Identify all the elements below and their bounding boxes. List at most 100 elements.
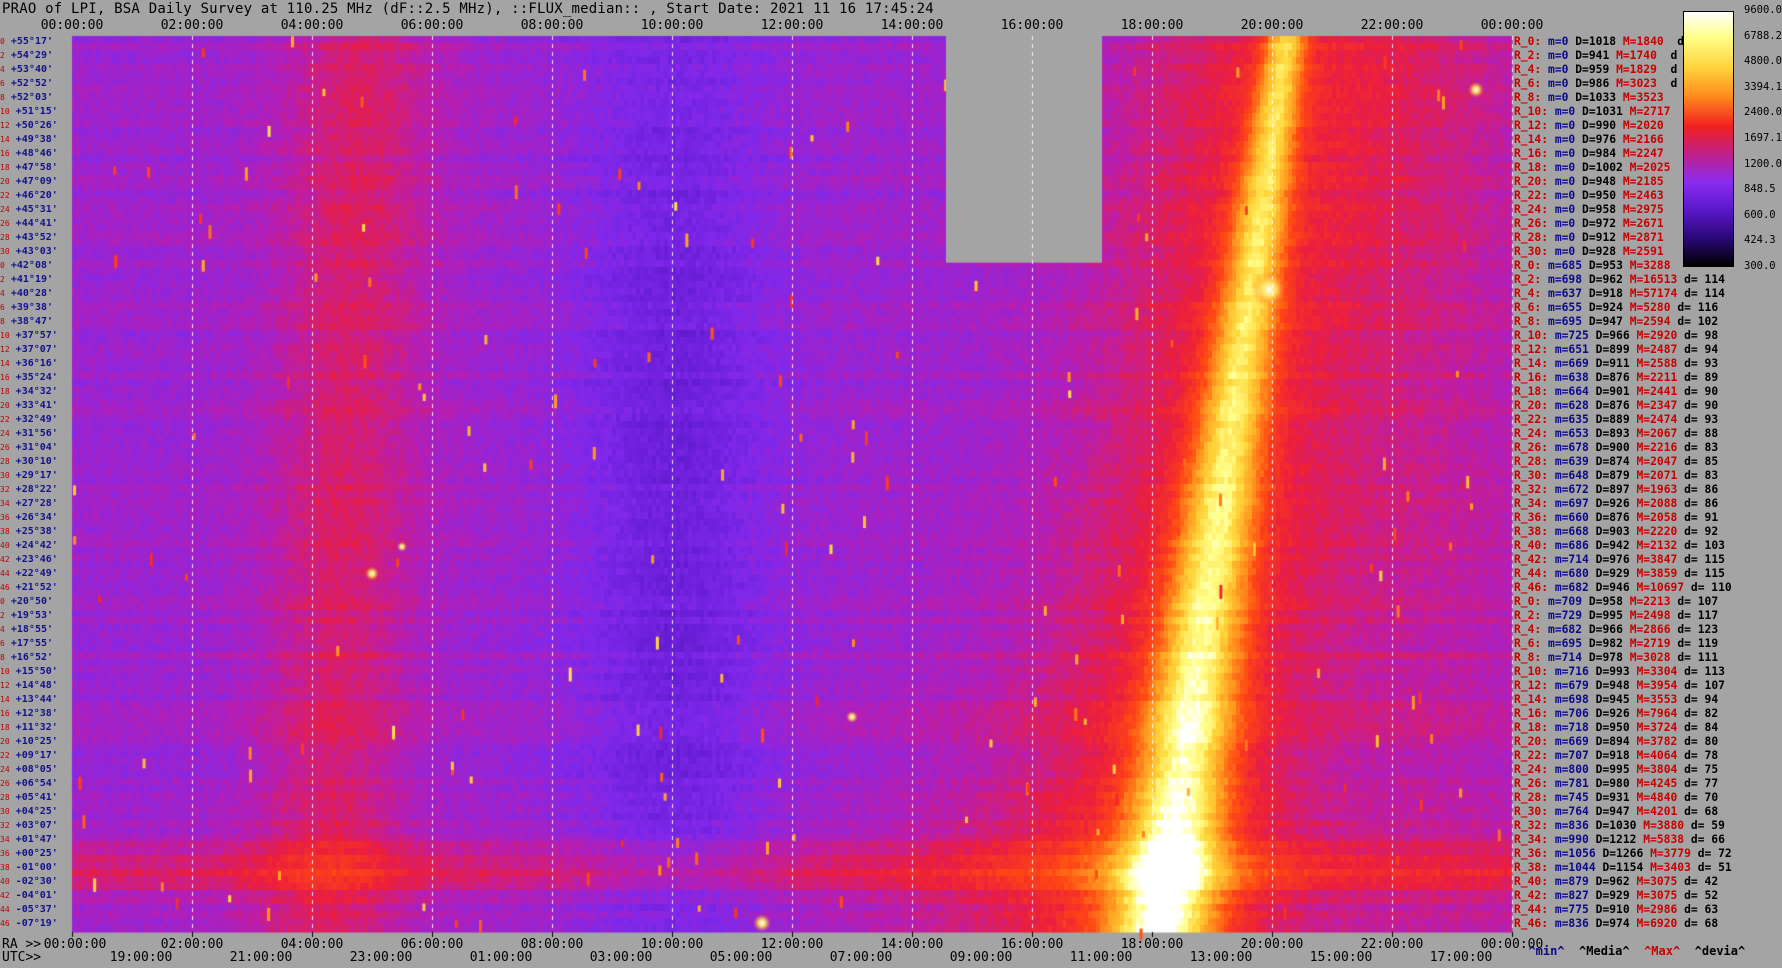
declination-label: 36 +00°25'	[0, 849, 58, 859]
min-value: m=695	[1548, 637, 1583, 650]
beam-stat-row: R_6: m=695 D=982 M=2719 d= 119	[1514, 638, 1718, 650]
median-value: D=1154	[1602, 861, 1644, 874]
beam-index: 2	[0, 275, 5, 284]
max-value: M=2132	[1636, 539, 1678, 552]
median-value: D=990	[1582, 119, 1617, 132]
beam-stat-row: R_28: m=639 D=874 M=2047 d= 85	[1514, 456, 1718, 468]
median-value: D=924	[1588, 301, 1623, 314]
beam-stat-row: R_12: m=679 D=948 M=3954 d= 107	[1514, 680, 1725, 692]
max-value: M=3523	[1622, 91, 1664, 104]
median-value: D=874	[1595, 455, 1630, 468]
beam-index: 20	[0, 401, 10, 410]
declination-label: 26 +31°04'	[0, 443, 58, 453]
declination-value: -07°19'	[15, 918, 58, 929]
beam-stat-row: R_34: m=990 D=1212 M=5838 d= 66	[1514, 834, 1725, 846]
median-value: D=972	[1582, 217, 1617, 230]
beam-label: R_12:	[1514, 343, 1549, 356]
max-value: M=16513	[1629, 273, 1678, 286]
median-value: D=1033	[1575, 91, 1617, 104]
beam-label: R_8:	[1514, 315, 1542, 328]
beam-index: 24	[0, 765, 10, 774]
min-value: m=637	[1548, 287, 1583, 300]
median-value: D=976	[1595, 553, 1630, 566]
declination-value: +06°54'	[15, 778, 58, 789]
max-value: M=2588	[1636, 357, 1678, 370]
beam-stat-row: R_44: m=775 D=910 M=2986 d= 63	[1514, 904, 1718, 916]
median-value: D=986	[1575, 77, 1610, 90]
max-value: M=6920	[1636, 917, 1678, 930]
beam-label: R_26:	[1514, 777, 1549, 790]
deviation-value: d= 59	[1690, 819, 1725, 832]
max-value: M=1829	[1616, 63, 1657, 76]
beam-stat-row: R_46: m=682 D=946 M=10697 d= 110	[1514, 582, 1732, 594]
top-tick-label: 00:00:00	[1480, 18, 1544, 33]
colorbar-tick-label: 1697.1	[1744, 132, 1782, 144]
beam-label: R_18:	[1514, 161, 1549, 174]
top-tick-label: 04:00:00	[280, 18, 344, 33]
max-value: M=2871	[1622, 231, 1664, 244]
median-value: D=948	[1582, 175, 1617, 188]
declination-value: +39°38'	[10, 302, 54, 313]
colorbar-tick-label: 9600.0	[1744, 4, 1782, 16]
max-value: M=3553	[1636, 693, 1678, 706]
top-tick-label: 06:00:00	[400, 18, 464, 33]
beam-label: R_6:	[1514, 77, 1542, 90]
max-value: M=3779	[1650, 847, 1691, 860]
min-value: m=764	[1554, 805, 1589, 818]
beam-index: 20	[0, 177, 10, 186]
declination-value: +50°26'	[15, 120, 58, 131]
min-value: m=836	[1554, 819, 1589, 832]
top-tick-label: 14:00:00	[880, 18, 944, 33]
declination-label: 28 +05°41'	[0, 793, 58, 803]
min-value: m=698	[1554, 693, 1589, 706]
beam-label: R_2:	[1514, 609, 1542, 622]
median-value: D=982	[1588, 637, 1623, 650]
beam-stat-row: R_40: m=879 D=962 M=3075 d= 42	[1514, 876, 1718, 888]
min-value: m=745	[1554, 791, 1589, 804]
max-value: M=2216	[1636, 441, 1678, 454]
top-tick-label: 18:00:00	[1120, 18, 1184, 33]
median-value: D=945	[1595, 693, 1630, 706]
beam-label: R_24:	[1514, 763, 1549, 776]
beam-label: R_12:	[1514, 679, 1549, 692]
min-value: m=0	[1548, 49, 1569, 62]
deviation-value: d= 93	[1684, 357, 1719, 370]
deviation-value: d= 86	[1684, 497, 1719, 510]
declination-label: 0 +42°08'	[0, 261, 53, 271]
beam-label: R_6:	[1514, 637, 1542, 650]
declination-value: +25°38'	[15, 526, 58, 537]
deviation-value: d= 91	[1684, 511, 1719, 524]
declination-label: 8 +38°47'	[0, 317, 53, 327]
beam-label: R_22:	[1514, 413, 1549, 426]
deviation-value: d= 98	[1684, 329, 1719, 342]
declination-label: 20 +47°09'	[0, 177, 58, 187]
min-value: m=697	[1554, 497, 1589, 510]
deviation-value: d= 93	[1684, 413, 1719, 426]
colorbar	[1683, 11, 1734, 267]
min-value: m=0	[1548, 35, 1569, 48]
deviation-value: d= 114	[1684, 287, 1725, 300]
min-value: m=0	[1554, 161, 1576, 174]
median-value: D=901	[1595, 385, 1630, 398]
declination-value: +10°25'	[15, 736, 58, 747]
median-value: D=918	[1588, 287, 1623, 300]
median-value: D=1266	[1602, 847, 1644, 860]
beam-index: 24	[0, 205, 10, 214]
median-value: D=879	[1595, 469, 1630, 482]
min-value: m=679	[1554, 679, 1589, 692]
top-tick-label: 10:00:00	[640, 18, 704, 33]
legend-median: ^Media^	[1579, 944, 1630, 958]
beam-label: R_10:	[1514, 105, 1549, 118]
bottom-utc-tick-label: 17:00:00	[1429, 950, 1493, 965]
declination-value: +53°40'	[10, 64, 54, 75]
min-value: m=653	[1554, 427, 1589, 440]
declination-value: +14°48'	[15, 680, 58, 691]
beam-stat-row: R_24: m=653 D=893 M=2067 d= 88	[1514, 428, 1718, 440]
beam-index: 32	[0, 485, 10, 494]
beam-stat-row: R_24: m=0 D=958 M=2975	[1514, 204, 1671, 216]
deviation-value: d= 115	[1684, 553, 1725, 566]
min-value: m=0	[1554, 231, 1576, 244]
declination-label: 36 +26°34'	[0, 513, 58, 523]
declination-label: 22 +09°17'	[0, 751, 58, 761]
max-value: M=2020	[1622, 119, 1664, 132]
